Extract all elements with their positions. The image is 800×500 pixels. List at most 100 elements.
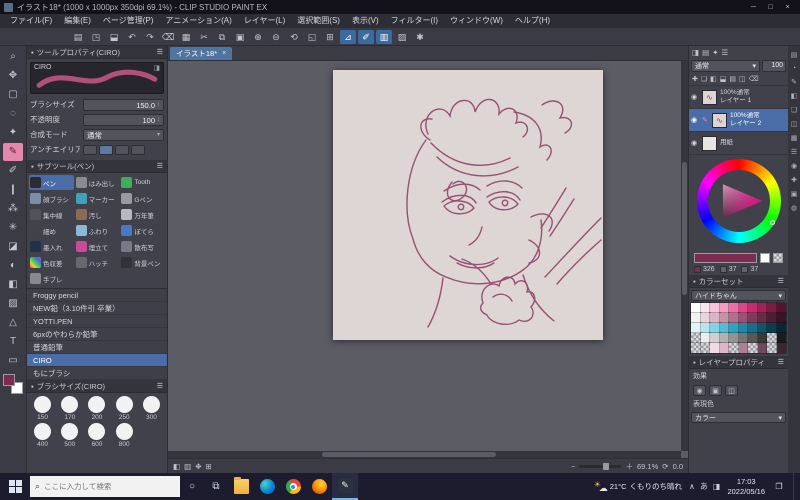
brush-list-item[interactable]: 普通鉛筆 [27,341,167,354]
new-file-icon[interactable]: ▤ [70,30,86,44]
menu-item-2[interactable]: ページ管理(P) [97,14,160,28]
effect-icon-2[interactable]: ◫ [725,385,738,396]
paste-icon[interactable]: ▣ [232,30,248,44]
sub-tool-item[interactable]: ぼてら [120,223,165,238]
brush-size-input[interactable]: 150.0 ↕ [83,98,164,111]
aa-middle-button[interactable] [115,144,129,155]
color-swatch[interactable] [737,322,749,334]
color-swatch[interactable] [699,302,711,314]
color-swatch[interactable] [728,332,740,344]
panel-tab-icon-1[interactable]: ◔ [792,65,796,72]
brush-list-item[interactable]: もにブラシ [27,367,167,380]
wand-tool-icon[interactable]: ✦ [3,124,23,142]
sub-tool-item[interactable]: ペン [29,175,74,190]
menu-item-6[interactable]: 表示(V) [346,14,385,28]
zoom-slider[interactable] [579,462,622,470]
brush-list-item[interactable]: 6pxのやわらか鉛筆 [27,328,167,341]
sub-tool-item[interactable]: ハッチ [75,255,120,270]
brush-size-item[interactable]: 800 [111,423,138,448]
color-swatch[interactable] [747,322,759,334]
layer-command-icon-6[interactable]: ⌫ [749,75,759,83]
color-swatch[interactable] [747,302,759,314]
layer-panel-tab-icon-0[interactable]: ◨ [692,48,699,57]
zoom-slider-thumb[interactable] [602,462,609,470]
maximize-button[interactable]: □ [762,4,779,11]
menu-item-9[interactable]: ヘルプ(H) [509,14,556,28]
show-desktop-button[interactable] [793,473,797,500]
brush-size-item[interactable]: 400 [29,423,56,448]
canvas-status-icon-0[interactable]: ◧ [173,462,180,471]
color-swatch[interactable] [756,322,768,334]
transparent-color-chip[interactable] [773,252,783,263]
panel-tab-icon-6[interactable]: ▦ [791,134,798,142]
color-swatch[interactable] [699,312,711,324]
undo-icon[interactable]: ↶ [124,30,140,44]
menu-item-8[interactable]: ウィンドウ(W) [444,14,509,28]
airbrush-tool-icon[interactable]: ⁂ [3,200,23,218]
color-swatch[interactable] [699,342,711,354]
brush-size-item[interactable]: 600 [83,423,110,448]
color-swatch[interactable] [766,332,778,344]
color-swatch[interactable] [766,342,778,354]
visibility-eye-icon[interactable]: ◉ [691,93,699,101]
tray-icon-2[interactable]: ◨ [713,482,721,491]
color-set-preset-select[interactable]: ハイドちゃん ▾ [691,290,786,301]
layer-command-icon-5[interactable]: ◫ [739,75,746,83]
panel-tab-icon-7[interactable]: ☰ [791,148,797,156]
notification-center-button[interactable]: ❐ [772,482,786,491]
panel-tab-icon-8[interactable]: ◉ [791,162,797,170]
brush-size-item[interactable]: 300 [138,396,165,421]
clip-studio-icon[interactable]: ✎ [332,473,358,500]
effect-icon-1[interactable]: ▣ [709,385,722,396]
sub-tool-item[interactable]: 散布写 [120,239,165,254]
color-swatch[interactable] [718,312,730,324]
chrome-icon[interactable] [280,473,306,500]
layer-panel-tab-icon-2[interactable]: ✦ [712,48,718,57]
main-color-chip[interactable] [694,252,757,263]
layer-panel-tab-icon-3[interactable]: ☰ [721,48,728,57]
menu-item-7[interactable]: フィルター(I) [385,14,444,28]
sub-tool-header[interactable]: ▪ サブツール(ペン) ☰ [27,160,167,173]
color-swatch[interactable] [728,312,740,324]
task-view-button[interactable]: ⧉ [204,481,228,492]
foreground-color-chip[interactable] [3,374,15,386]
brush-list-item[interactable]: YOTTI.PEN [27,315,167,328]
color-set-header[interactable]: ▪ カラーセット ☰ [689,275,788,288]
document-tab[interactable]: イラスト18* × [170,47,233,60]
material-icon[interactable]: ▨ [394,30,410,44]
close-button[interactable]: × [779,4,796,11]
sub-tool-item[interactable]: 万年筆 [120,207,165,222]
search-input[interactable] [44,482,157,491]
canvas-status-icon-1[interactable]: ▥ [184,462,191,471]
grid-icon[interactable]: ⊞ [322,30,338,44]
brush-size-item[interactable]: 250 [111,396,138,421]
menu-item-1[interactable]: 編集(E) [58,14,97,28]
color-swatch[interactable] [775,312,787,324]
aa-weak-button[interactable] [99,144,113,155]
sub-tool-item[interactable]: 集中線 [29,207,74,222]
minimize-button[interactable]: ─ [745,4,762,11]
panel-menu-icon[interactable]: ☰ [157,162,163,170]
deselect-icon[interactable]: ▦ [178,30,194,44]
decoration-tool-icon[interactable]: ✳ [3,219,23,237]
color-swatch[interactable] [775,302,787,314]
settings-icon[interactable]: ✱ [412,30,428,44]
vertical-scrollbar[interactable] [681,61,688,451]
sub-color-chip[interactable] [760,252,770,263]
menu-item-4[interactable]: レイヤー(L) [238,14,292,28]
zoom-out-icon[interactable]: − [571,462,575,471]
sub-tool-item[interactable]: 墨入れ [29,239,74,254]
color-swatch[interactable] [756,342,768,354]
rotate-icon[interactable]: ⟳ [662,462,668,471]
snap-guide-icon[interactable]: ▥ [376,29,392,44]
color-swatch[interactable] [775,322,787,334]
zoom-out-icon[interactable]: ⊖ [268,30,284,44]
brush-size-item[interactable]: 170 [56,396,83,421]
sub-tool-item[interactable]: ふわり [75,223,120,238]
effect-icon-0[interactable]: ◉ [693,385,706,396]
color-swatch[interactable] [737,342,749,354]
color-swatch[interactable] [709,302,721,314]
layer-opacity-input[interactable]: 100 [762,59,786,72]
panel-tab-icon-3[interactable]: ◧ [791,92,798,100]
panel-tab-icon-10[interactable]: ▣ [791,190,798,198]
